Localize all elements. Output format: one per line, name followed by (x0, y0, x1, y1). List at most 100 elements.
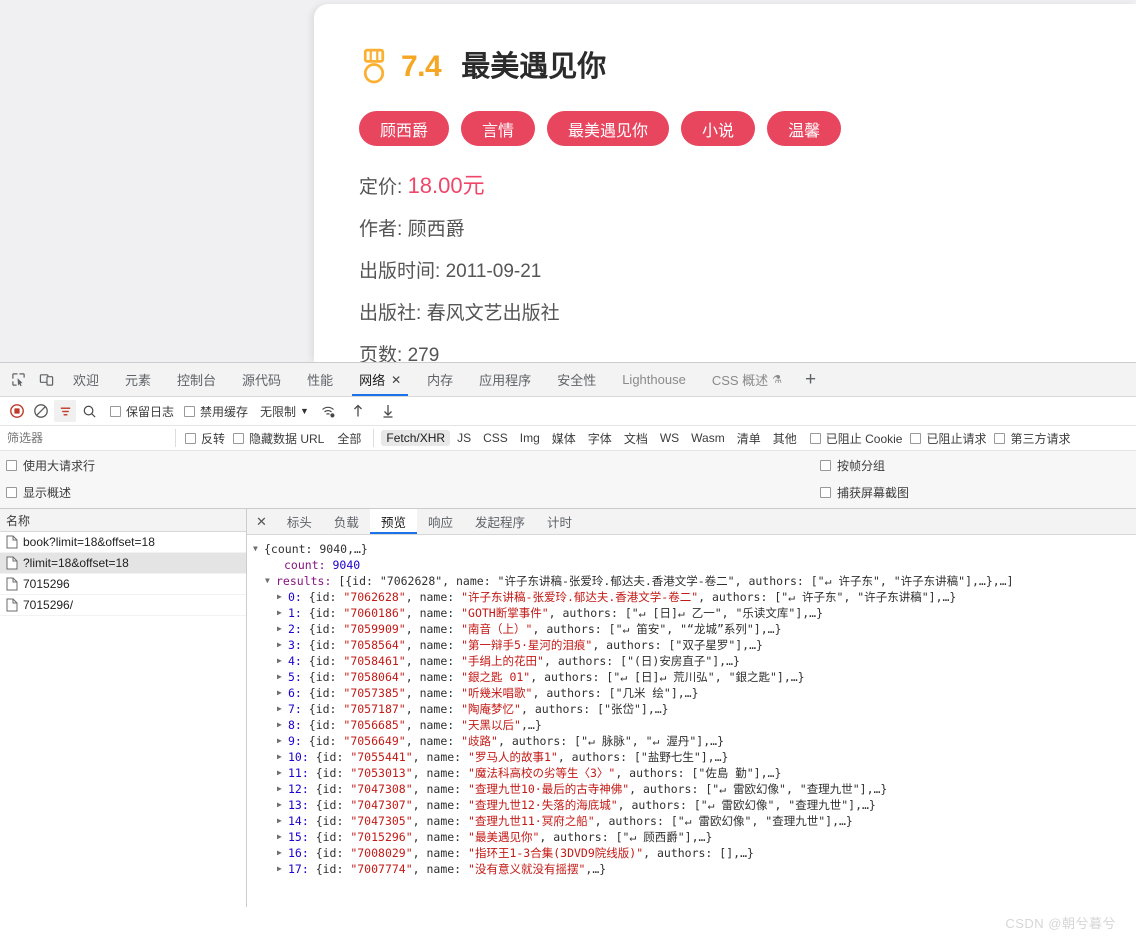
devtools-tab-10[interactable]: CSS 概述 ⚗ (699, 363, 795, 396)
json-result-item[interactable]: 3: {id: "7058564", name: "第一辩手5·星河的泪痕", … (253, 637, 1136, 653)
filter-type-7[interactable]: 文档 (619, 429, 653, 448)
triangle-right-icon[interactable] (277, 637, 288, 653)
clear-icon[interactable] (30, 400, 52, 422)
triangle-right-icon[interactable] (277, 845, 288, 861)
request-row[interactable]: 7015296/ (0, 595, 246, 616)
group-by-frame-checkbox[interactable]: 按帧分组 (820, 457, 909, 474)
search-icon[interactable] (78, 400, 100, 422)
filter-icon[interactable] (54, 400, 76, 422)
json-root-line[interactable]: {count: 9040,…} (253, 541, 1136, 557)
book-tag[interactable]: 小说 (681, 111, 756, 146)
json-result-item[interactable]: 5: {id: "7058064", name: "銀之匙 01", autho… (253, 669, 1136, 685)
show-overview-checkbox[interactable]: 显示概述 (6, 484, 95, 501)
record-stop-icon[interactable] (6, 400, 28, 422)
triangle-right-icon[interactable] (277, 733, 288, 749)
devtools-tab-7[interactable]: 应用程序 (466, 363, 544, 396)
group-by-frame-box[interactable] (820, 460, 831, 471)
close-detail-icon[interactable]: ✕ (247, 509, 276, 534)
json-count-line[interactable]: count: 9040 (253, 557, 1136, 573)
devtools-tab-9[interactable]: Lighthouse (609, 363, 699, 396)
filter-type-4[interactable]: Img (515, 430, 545, 446)
triangle-right-icon[interactable] (277, 797, 288, 813)
preserve-log-checkbox[interactable]: 保留日志 (110, 403, 174, 420)
json-result-item[interactable]: 2: {id: "7059909", name: "南音（上）", author… (253, 621, 1136, 637)
book-tag[interactable]: 温馨 (767, 111, 842, 146)
book-tag[interactable]: 最美遇见你 (547, 111, 670, 146)
filter-type-6[interactable]: 字体 (583, 429, 617, 448)
preserve-log-box[interactable] (110, 405, 121, 417)
blocked-requests-checkbox[interactable]: 已阻止请求 (910, 430, 986, 447)
json-result-item[interactable]: 8: {id: "7056685", name: "天黑以后",…} (253, 717, 1136, 733)
triangle-right-icon[interactable] (277, 701, 288, 717)
triangle-right-icon[interactable] (277, 669, 288, 685)
json-result-item[interactable]: 12: {id: "7047308", name: "查理九世10·最后的古寺神… (253, 781, 1136, 797)
hide-data-urls-box[interactable] (233, 432, 245, 444)
json-result-item[interactable]: 7: {id: "7057187", name: "陶庵梦忆", authors… (253, 701, 1136, 717)
json-result-item[interactable]: 16: {id: "7008029", name: "指环王1-3合集(3DVD… (253, 845, 1136, 861)
export-har-icon[interactable] (377, 400, 399, 422)
detail-tab-1[interactable]: 负载 (323, 509, 370, 534)
disable-cache-box[interactable] (184, 405, 196, 417)
detail-tab-5[interactable]: 计时 (536, 509, 583, 534)
blocked-cookies-box[interactable] (809, 432, 821, 444)
inspect-element-icon[interactable] (4, 363, 32, 396)
third-party-checkbox[interactable]: 第三方请求 (994, 430, 1071, 447)
detail-tab-0[interactable]: 标头 (276, 509, 323, 534)
triangle-right-icon[interactable] (277, 717, 288, 733)
triangle-right-icon[interactable] (277, 813, 288, 829)
json-result-item[interactable]: 17: {id: "7007774", name: "没有意义就没有摇摆",…} (253, 861, 1136, 877)
devtools-tab-8[interactable]: 安全性 (544, 363, 609, 396)
devtools-tab-1[interactable]: 元素 (112, 363, 164, 396)
disable-cache-checkbox[interactable]: 禁用缓存 (184, 403, 248, 420)
devtools-tab-4[interactable]: 性能 (294, 363, 346, 396)
filter-type-11[interactable]: 其他 (768, 429, 802, 448)
filter-type-3[interactable]: CSS (478, 430, 513, 446)
triangle-right-icon[interactable] (277, 781, 288, 797)
detail-tab-4[interactable]: 发起程序 (464, 509, 536, 534)
toggle-device-toolbar-icon[interactable] (32, 363, 60, 396)
json-results-line[interactable]: results: [{id: "7062628", name: "许子东讲稿-张… (253, 573, 1136, 589)
capture-screenshots-checkbox[interactable]: 捕获屏幕截图 (820, 484, 909, 501)
json-result-item[interactable]: 15: {id: "7015296", name: "最美遇见你", autho… (253, 829, 1136, 845)
detail-tab-2[interactable]: 预览 (369, 509, 417, 534)
filter-type-10[interactable]: 清单 (732, 429, 766, 448)
devtools-tab-5[interactable]: 网络 ✕ (346, 363, 414, 396)
devtools-tab-6[interactable]: 内存 (414, 363, 466, 396)
big-request-rows-checkbox[interactable]: 使用大请求行 (6, 457, 95, 474)
filter-type-1[interactable]: Fetch/XHR (381, 430, 451, 446)
json-result-item[interactable]: 13: {id: "7047307", name: "查理九世12·失落的海底城… (253, 797, 1136, 813)
request-row[interactable]: ?limit=18&offset=18 (0, 553, 246, 574)
devtools-tab-2[interactable]: 控制台 (164, 363, 229, 396)
triangle-right-icon[interactable] (277, 653, 288, 669)
filter-type-5[interactable]: 媒体 (547, 429, 581, 448)
triangle-right-icon[interactable] (277, 749, 288, 765)
json-result-item[interactable]: 0: {id: "7062628", name: "许子东讲稿-张爱玲.郁达夫.… (253, 589, 1136, 605)
more-tools-add-button[interactable]: + (795, 363, 826, 396)
json-result-item[interactable]: 14: {id: "7047305", name: "查理九世11·冥府之船",… (253, 813, 1136, 829)
blocked-cookies-checkbox[interactable]: 已阻止 Cookie (809, 430, 902, 447)
capture-screenshots-box[interactable] (820, 487, 831, 498)
request-row[interactable]: 7015296 (0, 574, 246, 595)
json-result-item[interactable]: 6: {id: "7057385", name: "听幾米唱歌", author… (253, 685, 1136, 701)
triangle-right-icon[interactable] (277, 765, 288, 781)
triangle-right-icon[interactable] (277, 589, 288, 605)
filter-type-9[interactable]: Wasm (686, 430, 730, 446)
json-result-item[interactable]: 10: {id: "7055441", name: "罗马人的故事1", aut… (253, 749, 1136, 765)
blocked-requests-box[interactable] (910, 432, 922, 444)
show-overview-box[interactable] (6, 487, 17, 498)
devtools-tab-0[interactable]: 欢迎 (60, 363, 112, 396)
triangle-right-icon[interactable] (277, 605, 288, 621)
detail-tab-3[interactable]: 响应 (417, 509, 464, 534)
big-request-rows-box[interactable] (6, 460, 17, 471)
close-icon[interactable]: ✕ (391, 373, 401, 387)
book-tag[interactable]: 顾西爵 (359, 111, 450, 146)
triangle-right-icon[interactable] (277, 685, 288, 701)
triangle-right-icon[interactable] (277, 621, 288, 637)
triangle-down-icon[interactable] (253, 541, 264, 557)
filter-type-0[interactable]: 全部 (332, 429, 366, 448)
json-result-item[interactable]: 11: {id: "7053013", name: "魔法科高校の劣等生〈3〉"… (253, 765, 1136, 781)
json-result-item[interactable]: 4: {id: "7058461", name: "手绢上的花田", autho… (253, 653, 1136, 669)
hide-data-urls-checkbox[interactable]: 隐藏数据 URL (233, 430, 324, 447)
request-row[interactable]: book?limit=18&offset=18 (0, 532, 246, 553)
json-result-item[interactable]: 1: {id: "7060186", name: "GOTH断掌事件", aut… (253, 605, 1136, 621)
